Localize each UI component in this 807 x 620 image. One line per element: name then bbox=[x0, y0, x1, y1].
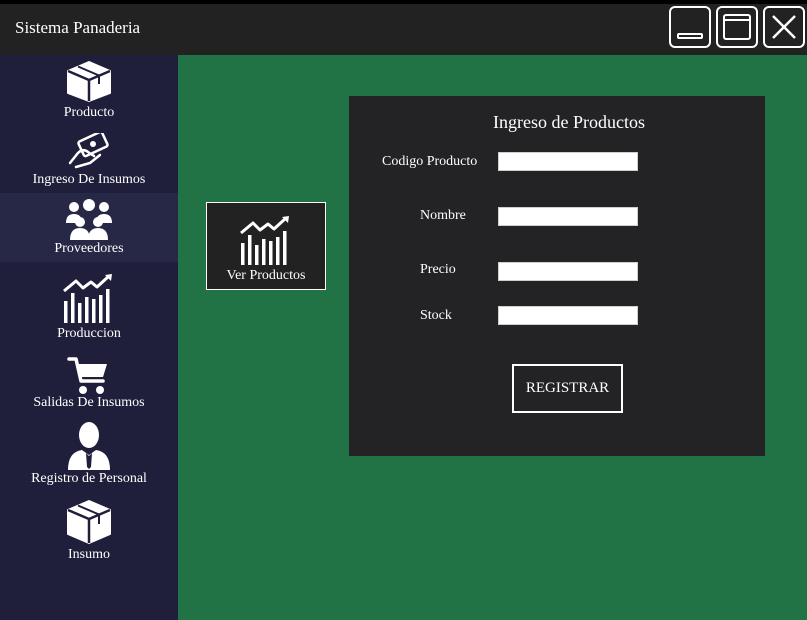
ver-productos-button[interactable]: Ver Productos bbox=[206, 202, 326, 290]
close-icon bbox=[772, 15, 796, 39]
sidebar-item-label: Insumo bbox=[68, 547, 110, 562]
close-button[interactable] bbox=[763, 6, 805, 48]
app-title: Sistema Panaderia bbox=[15, 18, 141, 37]
chart-icon bbox=[240, 216, 289, 265]
precio-label: Precio bbox=[420, 262, 456, 277]
minimize-button[interactable] bbox=[669, 6, 711, 48]
sidebar: Producto Ingreso De Insumos Proveedores bbox=[0, 55, 178, 620]
sidebar-item-registro-de-personal[interactable]: Registro de Personal bbox=[0, 421, 178, 491]
nombre-label: Nombre bbox=[420, 208, 466, 223]
box-icon bbox=[67, 61, 111, 102]
ver-productos-label: Ver Productos bbox=[226, 268, 306, 283]
title-bar-edge bbox=[0, 0, 807, 4]
sidebar-item-salidas-de-insumos[interactable]: Salidas De Insumos bbox=[0, 355, 178, 415]
maximize-button[interactable] bbox=[716, 6, 758, 48]
minimize-icon bbox=[677, 33, 703, 39]
sidebar-item-label: Ingreso De Insumos bbox=[32, 172, 146, 187]
sidebar-item-insumo[interactable]: Insumo bbox=[0, 497, 178, 567]
chart-icon bbox=[63, 274, 112, 323]
sidebar-item-label: Salidas De Insumos bbox=[33, 395, 145, 410]
person-icon bbox=[68, 422, 110, 470]
codigo-producto-label: Codigo Producto bbox=[382, 154, 478, 169]
precio-input[interactable] bbox=[498, 262, 638, 281]
codigo-producto-input[interactable] bbox=[498, 152, 638, 171]
sidebar-item-label: Registro de Personal bbox=[31, 471, 147, 486]
title-bar: Sistema Panaderia bbox=[0, 0, 807, 55]
money-hand-icon bbox=[68, 133, 109, 169]
stock-input[interactable] bbox=[498, 306, 638, 325]
sidebar-item-label: Produccion bbox=[57, 326, 121, 341]
people-group-icon bbox=[66, 199, 112, 240]
ingreso-productos-panel: Ingreso de Productos Codigo Producto Nom… bbox=[349, 96, 765, 456]
sidebar-item-label: Proveedores bbox=[54, 241, 124, 256]
registrar-button[interactable]: REGISTRAR bbox=[512, 364, 623, 413]
sidebar-item-ingreso-de-insumos[interactable]: Ingreso De Insumos bbox=[0, 133, 178, 191]
box-icon bbox=[67, 500, 111, 544]
sidebar-item-proveedores[interactable]: Proveedores bbox=[0, 193, 178, 262]
sidebar-item-label: Producto bbox=[63, 105, 115, 120]
stock-label: Stock bbox=[420, 308, 452, 323]
maximize-icon bbox=[723, 14, 751, 40]
nombre-input[interactable] bbox=[498, 207, 638, 226]
cart-icon bbox=[67, 357, 107, 394]
sidebar-item-producto[interactable]: Producto bbox=[0, 59, 178, 125]
panel-title: Ingreso de Productos bbox=[493, 112, 645, 132]
sidebar-item-produccion[interactable]: Produccion bbox=[0, 273, 178, 345]
